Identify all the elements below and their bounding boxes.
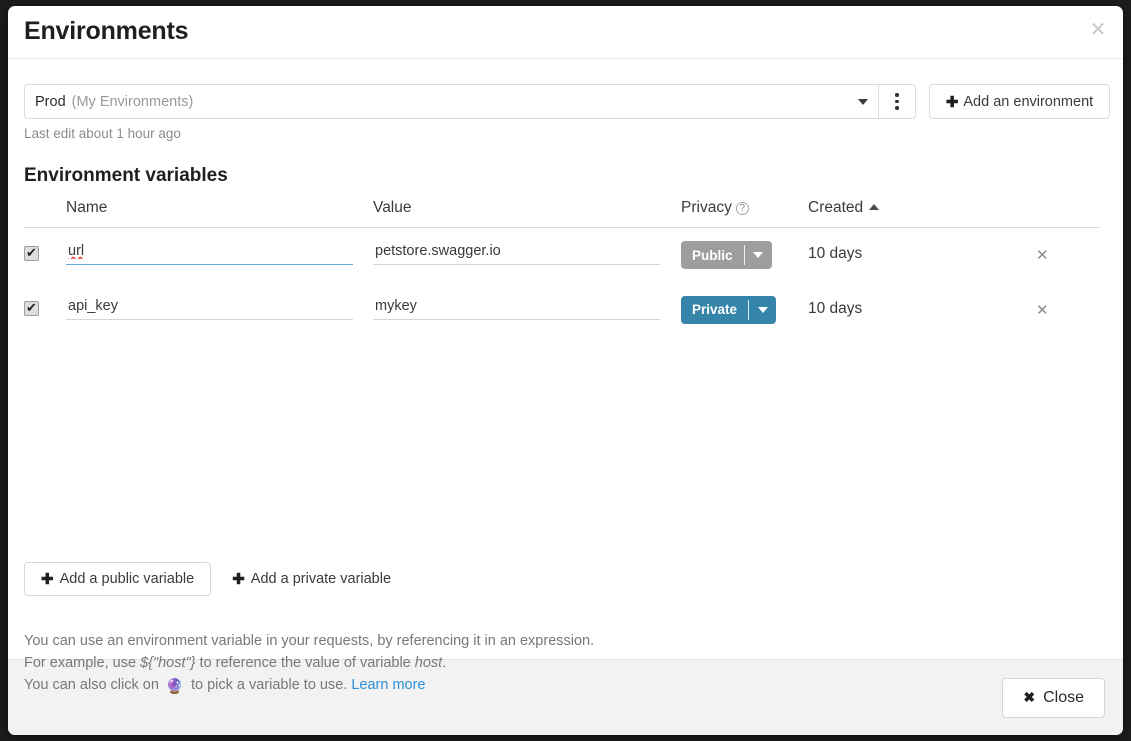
- kebab-menu-icon: [895, 106, 899, 110]
- plus-icon: ✚: [945, 93, 959, 111]
- delete-row-icon[interactable]: ✕: [1023, 247, 1049, 264]
- chevron-down-icon: [858, 98, 868, 105]
- column-header-created-label: Created: [808, 199, 864, 216]
- table-header-row: Name Value Privacy? Created: [24, 199, 1099, 228]
- variable-name-input[interactable]: [66, 241, 353, 265]
- chevron-down-icon: [749, 296, 776, 324]
- learn-more-link[interactable]: Learn more: [351, 677, 425, 693]
- sort-ascending-icon: [869, 204, 880, 210]
- column-header-select: [24, 199, 66, 228]
- row-privacy-cell: Private: [681, 283, 808, 338]
- environments-modal: Environments ✕ Prod (My Environments) ✚ …: [8, 6, 1123, 735]
- plus-icon: ✚: [41, 571, 54, 588]
- environment-name: Prod: [35, 93, 66, 110]
- add-public-variable-button[interactable]: ✚ Add a public variable: [24, 562, 212, 596]
- add-environment-button[interactable]: ✚ Add an environment: [929, 84, 1110, 119]
- row-name-cell: [66, 283, 373, 338]
- delete-row-icon[interactable]: ✕: [1023, 302, 1049, 319]
- add-private-variable-button[interactable]: ✚ Add a private variable: [218, 562, 405, 596]
- last-edit-text: Last edit about 1 hour ago: [24, 126, 181, 141]
- help-line-3-mid: to pick a variable to use.: [186, 677, 352, 693]
- close-button[interactable]: ✖ Close: [1002, 677, 1105, 718]
- help-line-2-post: .: [442, 655, 447, 671]
- magic-wand-icon[interactable]: 🔮: [166, 676, 184, 698]
- add-private-variable-label: Add a private variable: [250, 571, 392, 587]
- privacy-badge-private[interactable]: Private: [681, 295, 777, 324]
- modal-body: Prod (My Environments) ✚ Add an environm…: [8, 59, 1123, 695]
- row-checkbox[interactable]: [24, 299, 39, 316]
- section-title: Environment variables: [24, 165, 228, 186]
- row-select-cell: [24, 228, 66, 283]
- row-delete-cell: ✕: [1023, 283, 1099, 338]
- row-privacy-cell: Public: [681, 228, 808, 283]
- row-checkbox[interactable]: [24, 244, 39, 261]
- environment-group: (My Environments): [71, 93, 194, 110]
- row-name-cell: [66, 228, 373, 283]
- environment-variables-table: Name Value Privacy? Created ✔ url petsto…: [24, 199, 1099, 338]
- plus-icon: ✚: [232, 571, 245, 588]
- row-value-cell: [373, 228, 681, 283]
- row-value-cell: [373, 283, 681, 338]
- column-header-value: Value: [373, 199, 681, 228]
- column-header-privacy: Privacy?: [681, 199, 808, 228]
- table-row: Private 10 days ✕: [24, 283, 1099, 338]
- row-select-cell: [24, 283, 66, 338]
- add-environment-label: Add an environment: [963, 93, 1094, 110]
- modal-header: Environments ✕: [8, 6, 1123, 59]
- column-header-privacy-label: Privacy: [681, 199, 732, 216]
- close-button-label: Close: [1043, 688, 1084, 706]
- environment-selector-row: Prod (My Environments) ✚ Add an environm…: [24, 84, 1110, 119]
- environment-select[interactable]: Prod (My Environments): [24, 84, 878, 119]
- kebab-menu-icon: [895, 99, 899, 104]
- help-line-1: You can use an environment variable in y…: [24, 633, 595, 649]
- variable-value-input[interactable]: [373, 295, 660, 320]
- privacy-badge-label: Public: [692, 247, 733, 263]
- column-header-created[interactable]: Created: [808, 199, 1023, 228]
- row-created-cell: 10 days: [808, 245, 863, 262]
- row-created-cell: 10 days: [808, 299, 863, 317]
- help-text: You can use an environment variable in y…: [24, 630, 594, 698]
- x-icon: ✖: [1023, 689, 1036, 705]
- row-delete-cell: ✕: [1023, 228, 1099, 283]
- kebab-menu-icon: [895, 93, 899, 97]
- environment-options-button[interactable]: [878, 84, 916, 119]
- column-header-actions: [1023, 199, 1099, 228]
- add-public-variable-label: Add a public variable: [59, 571, 195, 587]
- add-variable-buttons: ✚ Add a public variable ✚ Add a private …: [24, 562, 405, 596]
- help-line-2-mid: to reference the value of variable: [195, 655, 415, 671]
- help-line-2: For example, use ${"host"} to reference …: [24, 652, 594, 674]
- table-row: Public 10 days ✕: [24, 228, 1099, 283]
- page-title: Environments: [24, 17, 189, 45]
- help-variable-name: host: [414, 655, 443, 671]
- help-line-3-pre: You can also click on: [24, 677, 163, 693]
- column-header-name: Name: [66, 199, 373, 228]
- chevron-down-icon: [745, 241, 772, 269]
- variable-name-input[interactable]: [66, 295, 353, 320]
- help-expression-code: ${"host"}: [140, 655, 196, 671]
- variable-value-input[interactable]: [373, 241, 660, 265]
- help-line-2-pre: For example, use: [24, 655, 141, 671]
- close-icon[interactable]: ✕: [1087, 20, 1109, 42]
- question-mark-icon[interactable]: ?: [735, 202, 749, 215]
- privacy-badge-label: Private: [692, 302, 738, 317]
- help-line-3: You can also click on 🔮 to pick a variab…: [24, 674, 594, 698]
- privacy-badge-public[interactable]: Public: [681, 241, 772, 269]
